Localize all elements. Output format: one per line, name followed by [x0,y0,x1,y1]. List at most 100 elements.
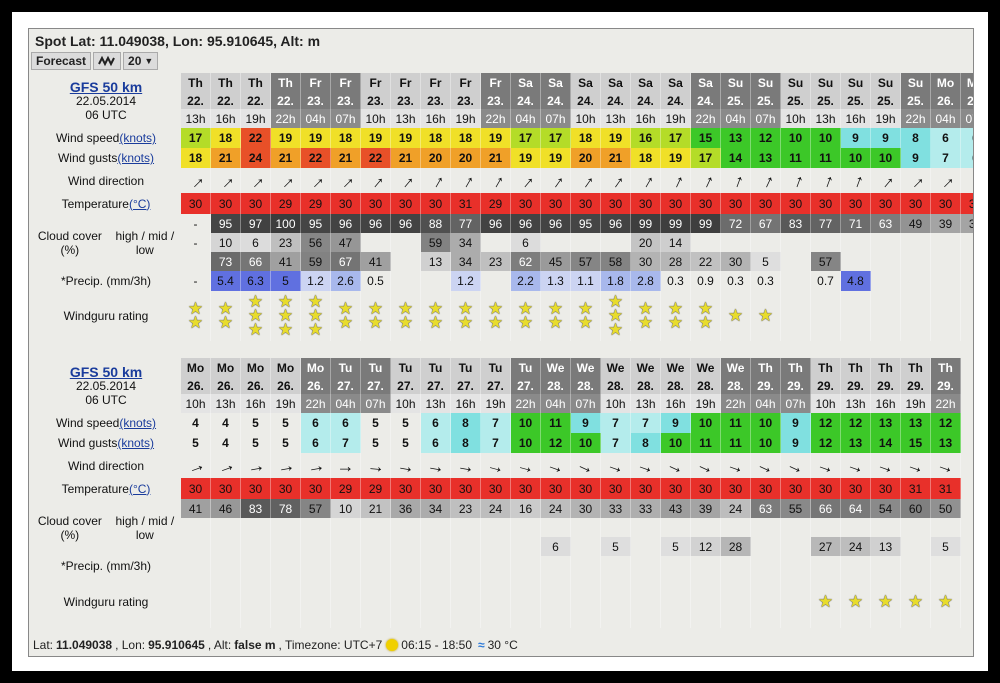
rating-label-text: Windguru rating [63,595,149,609]
model-link[interactable]: GFS 50 km [70,365,142,379]
precip-cell: 1.2 [451,271,481,291]
wind-speed-cell: 17 [661,128,691,148]
time-cell: 27. [421,377,451,394]
wind-arrow-icon: → [362,167,389,194]
wind-speed-cell: 22 [241,128,271,148]
rating-cell [661,576,691,628]
wind-arrow-icon: → [424,454,447,477]
time-cell: 16h [451,394,481,413]
forecast-tab[interactable]: Forecast [31,52,92,70]
time-cell: 29. [811,377,841,394]
cloud-cell: 12 [691,537,721,556]
time-cell: Fr [451,73,481,92]
cloud-cell [211,537,241,556]
time-row-dates: 26. 26. 26. 26. 26. 27. 27. 27. 27. 27. 27. 27. 28. 2… [181,377,961,394]
time-cell: Sa [511,73,541,92]
time-cell: 22. [241,92,271,109]
wind-speed-cell: 19 [601,128,631,148]
time-cell: 26. [271,377,301,394]
time-cell: 19h [451,109,481,128]
wind-gusts-label-unit-link[interactable]: (knots) [117,151,154,165]
wave-chart-icon[interactable] [93,52,122,70]
time-cell: 07h [361,394,391,413]
star-icon: ★ [427,313,444,332]
temperature-cell: 30 [541,193,571,214]
cloud-cell: 24 [481,499,511,518]
wind-direction-label: Wind direction [31,453,181,478]
cloud-cell: 24 [841,537,871,556]
rating-cell: ★ ★ [211,291,241,341]
wind-gusts-cell: 10 [751,433,781,453]
run-date: 22.05.2014 [75,378,137,393]
star-icon: ★ [577,313,594,332]
temperature-label-unit-link[interactable]: (°C) [129,482,150,496]
time-cell: 19h [271,394,301,413]
rating-cell: ★ ★ [481,291,511,341]
wind-direction-cell: → [961,167,973,194]
model-select[interactable]: 20 ▼ [123,52,159,70]
wind-arrow-icon: → [274,454,297,477]
temperature-cell: 29 [271,193,301,214]
cloud-cell: 5 [931,537,961,556]
wind-gusts-cell: 20 [451,148,481,168]
cloud-cell: 30 [631,252,661,271]
wind-arrow-icon: → [302,167,329,194]
cloud-cell [361,537,391,556]
time-cell: We [721,358,751,377]
wind-direction-cell: → [271,453,301,478]
cloud-cell: 39 [961,214,973,233]
cloud-cell: 30 [571,499,601,518]
time-columns: Th Th Th Th Fr Fr Fr Fr Fr Fr Fr Sa Sa Sa Sa Sa Sa Sa Su Su… [181,73,973,128]
cloud-cell [961,252,973,271]
time-cell: 19h [481,394,511,413]
time-cell: 13h [211,394,241,413]
rating-cell [331,576,361,628]
wind-gusts-cell: 6 [961,148,973,168]
wind-gusts-label-unit-link[interactable]: (knots) [117,436,154,450]
wind-speed-cell: 10 [751,413,781,433]
precip-cell [961,271,973,291]
time-cell: 13h [631,394,661,413]
model-link[interactable]: GFS 50 km [70,80,142,94]
time-cell: Su [781,73,811,92]
cloud-cell [211,518,241,537]
time-cell: Sa [601,73,631,92]
wind-arrow-icon: → [932,167,959,194]
precip-cell [751,556,781,576]
cloud-row-cloud_mid [181,518,961,537]
wind-speed-label-unit-link[interactable]: (knots) [119,416,156,430]
temperature-label-unit-link[interactable]: (°C) [129,197,150,211]
time-cell: 23. [391,92,421,109]
wind-speed-cell: 18 [451,128,481,148]
wind-direction-label-text: Wind direction [67,458,145,473]
wind-arrow-icon: → [723,168,748,193]
cloud-cell [751,233,781,252]
wind-direction-cell: → [871,167,901,194]
wind-direction-label: Wind direction [31,168,181,193]
wind-speed-label-unit-link[interactable]: (knots) [119,131,156,145]
wind-speed-cell: 18 [211,128,241,148]
rating-cell [451,576,481,628]
star-icon: ★ [847,592,864,611]
precip-cell [541,556,571,576]
cloud-cell [511,518,541,537]
cloud-cell: 43 [661,499,691,518]
time-cell: 10h [571,109,601,128]
cloud-cell: 64 [841,499,871,518]
time-cell: 10h [781,109,811,128]
cloud-cell [691,233,721,252]
time-cell: 22h [901,109,931,128]
time-row-hours: 10h 13h 16h 19h 22h 04h 07h 10h 13h 16h 19h 22h 04h 0… [181,394,961,413]
wind-speed-cell: 17 [541,128,571,148]
time-cell: Th [871,358,901,377]
time-cell: 10h [361,109,391,128]
precip-cell: 2.2 [511,271,541,291]
row-cells: ★ ★ ★ ★ ★ ★ ★ ★ ★ ★ ★ ★ ★ ★ ★ ★ ★ ★ ★ ★ ★ ★ ★ ★ ★ ★ ★ ★ ★ ★ ★ ★ ★ ★ ★ ★ ★ ★ ★ ★… [181,291,973,341]
cloud-cell [301,518,331,537]
wind-direction-cell: → [271,167,301,194]
wind-gusts-cell: 18 [631,148,661,168]
row-cells: 4 4 5 5 6 6 5 5 6 8 7 10 11 9 7 7 9 10 11 10 9 12 12 13 13 12 [181,413,961,433]
cloud-cell: 72 [721,214,751,233]
time-cell: Su [841,73,871,92]
cloud-cover-rows: Cloud cover (%) high / mid / low -95 97 100 9… [31,214,973,271]
